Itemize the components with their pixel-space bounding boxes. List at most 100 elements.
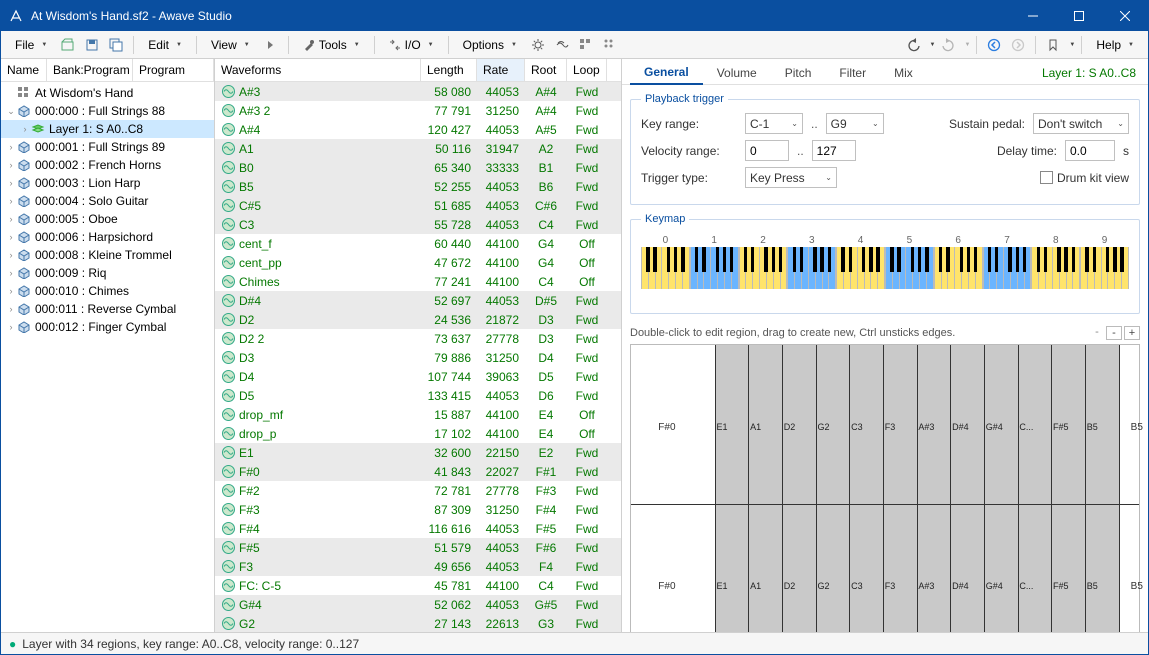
wave-row[interactable]: drop_p 17 10244100E4Off	[215, 424, 621, 443]
delay-input[interactable]	[1065, 140, 1115, 161]
play-icon[interactable]	[260, 34, 282, 56]
minimize-button[interactable]	[1010, 1, 1056, 31]
wave-row[interactable]: D5 133 41544053D6Fwd	[215, 386, 621, 405]
wave-header-root[interactable]: Root	[525, 59, 567, 81]
tree-item[interactable]: ›000:006 : Harpsichord	[1, 228, 214, 246]
drumkit-checkbox[interactable]: Drum kit view	[1040, 171, 1129, 185]
wave-row[interactable]: F3 49 65644053F4Fwd	[215, 557, 621, 576]
tree-item[interactable]: ›000:011 : Reverse Cymbal	[1, 300, 214, 318]
file-saveall-icon[interactable]	[105, 34, 127, 56]
wave-row[interactable]: A#3 58 08044053A#4Fwd	[215, 82, 621, 101]
tree-item[interactable]: ›000:003 : Lion Harp	[1, 174, 214, 192]
tree-layer[interactable]: ›Layer 1: S A0..C8	[1, 120, 214, 138]
bookmark-drop[interactable]: ▼	[1069, 42, 1075, 48]
tab-volume[interactable]: Volume	[703, 62, 771, 84]
wave-row[interactable]: A1 50 11631947A2Fwd	[215, 139, 621, 158]
wave-row[interactable]: F#2 72 78127778F#3Fwd	[215, 481, 621, 500]
redo-drop[interactable]: ▼	[964, 42, 970, 48]
redo-icon[interactable]	[937, 34, 959, 56]
wave-row[interactable]: F#5 51 57944053F#6Fwd	[215, 538, 621, 557]
wave-row[interactable]: FC: C-5 45 78144100C4Fwd	[215, 576, 621, 595]
grid2-icon[interactable]	[599, 34, 621, 56]
velocity-low-input[interactable]	[745, 140, 789, 161]
tree-header-bankprog[interactable]: Bank:Program	[47, 59, 133, 81]
nav-forward-icon[interactable]	[1007, 34, 1029, 56]
keymap-piano[interactable]: 0123456789	[641, 235, 1129, 303]
wave-row[interactable]: D#4 52 69744053D#5Fwd	[215, 291, 621, 310]
wave-row[interactable]: C3 55 72844053C4Fwd	[215, 215, 621, 234]
region-grid[interactable]: F#0B5E1A1D2G2C3F3A#3D#4G#4C...F#5B5 F#0B…	[630, 344, 1140, 632]
sustain-select[interactable]: Don't switch⌄	[1033, 113, 1129, 134]
tree-item[interactable]: ›000:001 : Full Strings 89	[1, 138, 214, 156]
speaker-icon[interactable]	[551, 34, 573, 56]
menu-tools[interactable]: Tools▼	[295, 35, 368, 55]
tree-item[interactable]: ›000:009 : Riq	[1, 264, 214, 282]
undo-drop[interactable]: ▼	[930, 42, 936, 48]
bookmark-icon[interactable]	[1042, 34, 1064, 56]
wave-row[interactable]: D3 79 88631250D4Fwd	[215, 348, 621, 367]
menu-help[interactable]: Help▼	[1088, 35, 1142, 55]
tab-general[interactable]: General	[630, 61, 703, 85]
wave-row[interactable]: G#4 52 06244053G#5Fwd	[215, 595, 621, 614]
trigger-type-select[interactable]: Key Press⌄	[745, 167, 837, 188]
wave-row[interactable]: B0 65 34033333B1Fwd	[215, 158, 621, 177]
wave-header-loop[interactable]: Loop	[567, 59, 607, 81]
velocity-high-input[interactable]	[812, 140, 856, 161]
wave-row[interactable]: cent_pp 47 67244100G4Off	[215, 253, 621, 272]
keymap-zoom-in-button[interactable]: +	[1124, 326, 1140, 340]
menu-view[interactable]: View▼	[203, 35, 258, 55]
maximize-button[interactable]	[1056, 1, 1102, 31]
wave-row[interactable]: F#3 87 30931250F#4Fwd	[215, 500, 621, 519]
wave-row[interactable]: cent_f 60 44044100G4Off	[215, 234, 621, 253]
tree-item[interactable]: ›000:012 : Finger Cymbal	[1, 318, 214, 336]
wave-header-name[interactable]: Waveforms	[215, 59, 421, 81]
tree-root[interactable]: At Wisdom's Hand	[1, 84, 214, 102]
grid1-icon[interactable]	[575, 34, 597, 56]
tree-item[interactable]: ›000:005 : Oboe	[1, 210, 214, 228]
menu-options[interactable]: Options▼	[455, 35, 525, 55]
wave-row[interactable]: F#0 41 84322027F#1Fwd	[215, 462, 621, 481]
tree-item[interactable]: ›000:008 : Kleine Trommel	[1, 246, 214, 264]
tab-filter[interactable]: Filter	[825, 62, 880, 84]
key-low-select[interactable]: C-1⌄	[745, 113, 803, 134]
wave-row[interactable]: D2 2 73 63727778D3Fwd	[215, 329, 621, 348]
file-open-icon[interactable]	[57, 34, 79, 56]
wave-row[interactable]: Chimes 77 24144100C4Off	[215, 272, 621, 291]
wave-row[interactable]: F#4 116 61644053F#5Fwd	[215, 519, 621, 538]
tree-header-program[interactable]: Program	[133, 59, 214, 81]
wave-row[interactable]: A#4 120 42744053A#5Fwd	[215, 120, 621, 139]
wave-header-length[interactable]: Length	[421, 59, 477, 81]
gear-icon[interactable]	[527, 34, 549, 56]
wave-body[interactable]: A#3 58 08044053A#4Fwd A#3 2 77 79131250A…	[215, 82, 621, 632]
waveform-icon	[221, 484, 235, 498]
tab-mix[interactable]: Mix	[880, 62, 927, 84]
keymap-hint: Double-click to edit region, drag to cre…	[630, 327, 955, 339]
wave-row[interactable]: A#3 2 77 79131250A#4Fwd	[215, 101, 621, 120]
wave-row[interactable]: E1 32 60022150E2Fwd	[215, 443, 621, 462]
wave-row[interactable]: drop_mf 15 88744100E4Off	[215, 405, 621, 424]
keymap-zoom-out-button[interactable]: -	[1106, 326, 1122, 340]
wave-row[interactable]: B5 52 25544053B6Fwd	[215, 177, 621, 196]
wave-row[interactable]: D4 107 74439063D5Fwd	[215, 367, 621, 386]
close-button[interactable]	[1102, 1, 1148, 31]
wave-row[interactable]: C#5 51 68544053C#6Fwd	[215, 196, 621, 215]
wave-row[interactable]: G2 27 14322613G3Fwd	[215, 614, 621, 632]
menu-edit[interactable]: Edit▼	[140, 35, 190, 55]
tab-pitch[interactable]: Pitch	[771, 62, 826, 84]
tree-header-name[interactable]: Name	[1, 59, 47, 81]
tree-item[interactable]: ⌄000:000 : Full Strings 88	[1, 102, 214, 120]
properties-panel: General Volume Pitch Filter Mix Layer 1:…	[622, 59, 1148, 632]
nav-back-icon[interactable]	[983, 34, 1005, 56]
waveform-icon	[221, 579, 235, 593]
tree-body[interactable]: At Wisdom's Hand⌄000:000 : Full Strings …	[1, 82, 214, 632]
wave-row[interactable]: D2 24 53621872D3Fwd	[215, 310, 621, 329]
undo-icon[interactable]	[903, 34, 925, 56]
tree-item[interactable]: ›000:010 : Chimes	[1, 282, 214, 300]
menu-io[interactable]: I/O▼	[381, 35, 442, 55]
tree-item[interactable]: ›000:004 : Solo Guitar	[1, 192, 214, 210]
tree-item[interactable]: ›000:002 : French Horns	[1, 156, 214, 174]
file-save-icon[interactable]	[81, 34, 103, 56]
wave-header-rate[interactable]: Rate	[477, 59, 525, 81]
menu-file[interactable]: File▼	[7, 35, 55, 55]
key-high-select[interactable]: G9⌄	[826, 113, 884, 134]
